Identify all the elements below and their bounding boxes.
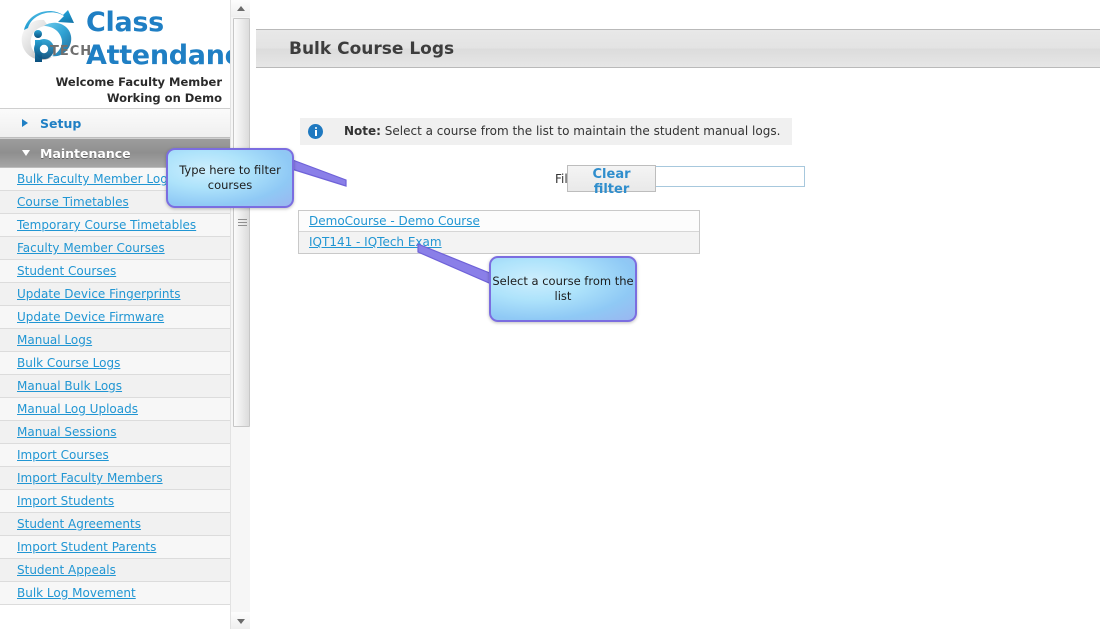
sidebar-item-link[interactable]: Bulk Course Logs [17, 356, 120, 370]
sidebar-item-link[interactable]: Faculty Member Courses [17, 241, 165, 255]
sidebar-menu: Bulk Faculty Member Logs Course Timetable… [0, 168, 230, 605]
filter-row: Filter: Clear filter [300, 165, 1000, 197]
sidebar-section-setup-label: Setup [40, 116, 82, 131]
app-title: Class Attendance [86, 6, 230, 72]
list-item[interactable]: Student Agreements [0, 513, 230, 536]
clear-filter-button[interactable]: Clear filter [567, 165, 656, 197]
list-item[interactable]: Student Appeals [0, 559, 230, 582]
list-item[interactable]: Bulk Log Movement [0, 582, 230, 605]
chevron-right-icon [22, 119, 28, 127]
course-link[interactable]: DemoCourse - Demo Course [309, 214, 480, 228]
note-prefix: Note: [344, 124, 381, 138]
sidebar-item-link[interactable]: Manual Bulk Logs [17, 379, 122, 393]
list-item[interactable]: Manual Bulk Logs [0, 375, 230, 398]
scrollbar-thumb[interactable] [233, 18, 250, 427]
sidebar-item-link[interactable]: Import Faculty Members [17, 471, 163, 485]
sidebar-item-link[interactable]: Bulk Faculty Member Logs [17, 172, 174, 186]
iqtech-logo-icon: TECH [14, 6, 92, 72]
sidebar-scrollbar[interactable] [230, 0, 251, 629]
list-item[interactable]: Import Student Parents [0, 536, 230, 559]
sidebar-item-link[interactable]: Student Courses [17, 264, 116, 278]
chevron-down-icon [22, 150, 30, 156]
sidebar-item-link[interactable]: Import Student Parents [17, 540, 156, 554]
sidebar-item-link[interactable]: Student Agreements [17, 517, 141, 531]
sidebar-item-link[interactable]: Update Device Firmware [17, 310, 164, 324]
callout-course-list-hint: Select a course from the list [489, 256, 637, 322]
note-text: Select a course from the list to maintai… [384, 124, 781, 138]
page-title: Bulk Course Logs [289, 39, 455, 59]
list-item[interactable]: Update Device Firmware [0, 306, 230, 329]
sidebar-item-link[interactable]: Import Courses [17, 448, 109, 462]
app-title-line2: Attendance [86, 40, 230, 71]
course-list-row[interactable]: DemoCourse - Demo Course [299, 211, 699, 232]
sidebar-section-setup[interactable]: Setup [0, 108, 230, 138]
list-item[interactable]: Update Device Fingerprints [0, 283, 230, 306]
sidebar-item-link[interactable]: Bulk Log Movement [17, 586, 136, 600]
list-item[interactable]: Temporary Course Timetables [0, 214, 230, 237]
welcome-context: Working on Demo [106, 91, 222, 105]
welcome-user: Welcome Faculty Member [55, 75, 222, 89]
list-item[interactable]: Import Students [0, 490, 230, 513]
list-item[interactable]: Bulk Course Logs [0, 352, 230, 375]
sidebar-item-link[interactable]: Manual Logs [17, 333, 92, 347]
sidebar-item-link[interactable]: Update Device Fingerprints [17, 287, 180, 301]
list-item[interactable]: Import Faculty Members [0, 467, 230, 490]
callout-filter-hint-text: Type here to filter courses [179, 163, 281, 192]
page-title-bar: Bulk Course Logs [256, 29, 1100, 68]
callout-course-list-hint-text: Select a course from the list [492, 274, 634, 303]
welcome-message: Welcome Faculty Member Working on Demo [6, 74, 222, 106]
list-item[interactable]: Import Courses [0, 444, 230, 467]
brand-header: TECH Class Attendance Welcome Faculty Me… [0, 0, 230, 108]
list-item[interactable]: Student Courses [0, 260, 230, 283]
list-item[interactable]: Manual Logs [0, 329, 230, 352]
sidebar-item-link[interactable]: Manual Log Uploads [17, 402, 138, 416]
scroll-up-arrow-icon[interactable] [231, 0, 250, 17]
sidebar-item-link[interactable]: Temporary Course Timetables [17, 218, 196, 232]
sidebar-item-link[interactable]: Student Appeals [17, 563, 116, 577]
info-icon [308, 124, 323, 139]
sidebar-section-maintenance-label: Maintenance [40, 146, 131, 161]
sidebar-item-link[interactable]: Manual Sessions [17, 425, 116, 439]
main-content: Bulk Course Logs Note: Select a course f… [256, 0, 1100, 629]
scrollbar-grip-icon [237, 218, 247, 228]
scroll-down-arrow-icon[interactable] [231, 612, 250, 629]
list-item[interactable]: Faculty Member Courses [0, 237, 230, 260]
list-item[interactable]: Manual Log Uploads [0, 398, 230, 421]
app-title-line1: Class [86, 7, 164, 38]
callout-filter-hint: Type here to filter courses [166, 148, 294, 208]
list-item[interactable]: Manual Sessions [0, 421, 230, 444]
left-sidebar: TECH Class Attendance Welcome Faculty Me… [0, 0, 230, 629]
note-banner: Note: Select a course from the list to m… [300, 118, 792, 145]
sidebar-item-link[interactable]: Course Timetables [17, 195, 129, 209]
sidebar-item-link[interactable]: Import Students [17, 494, 114, 508]
